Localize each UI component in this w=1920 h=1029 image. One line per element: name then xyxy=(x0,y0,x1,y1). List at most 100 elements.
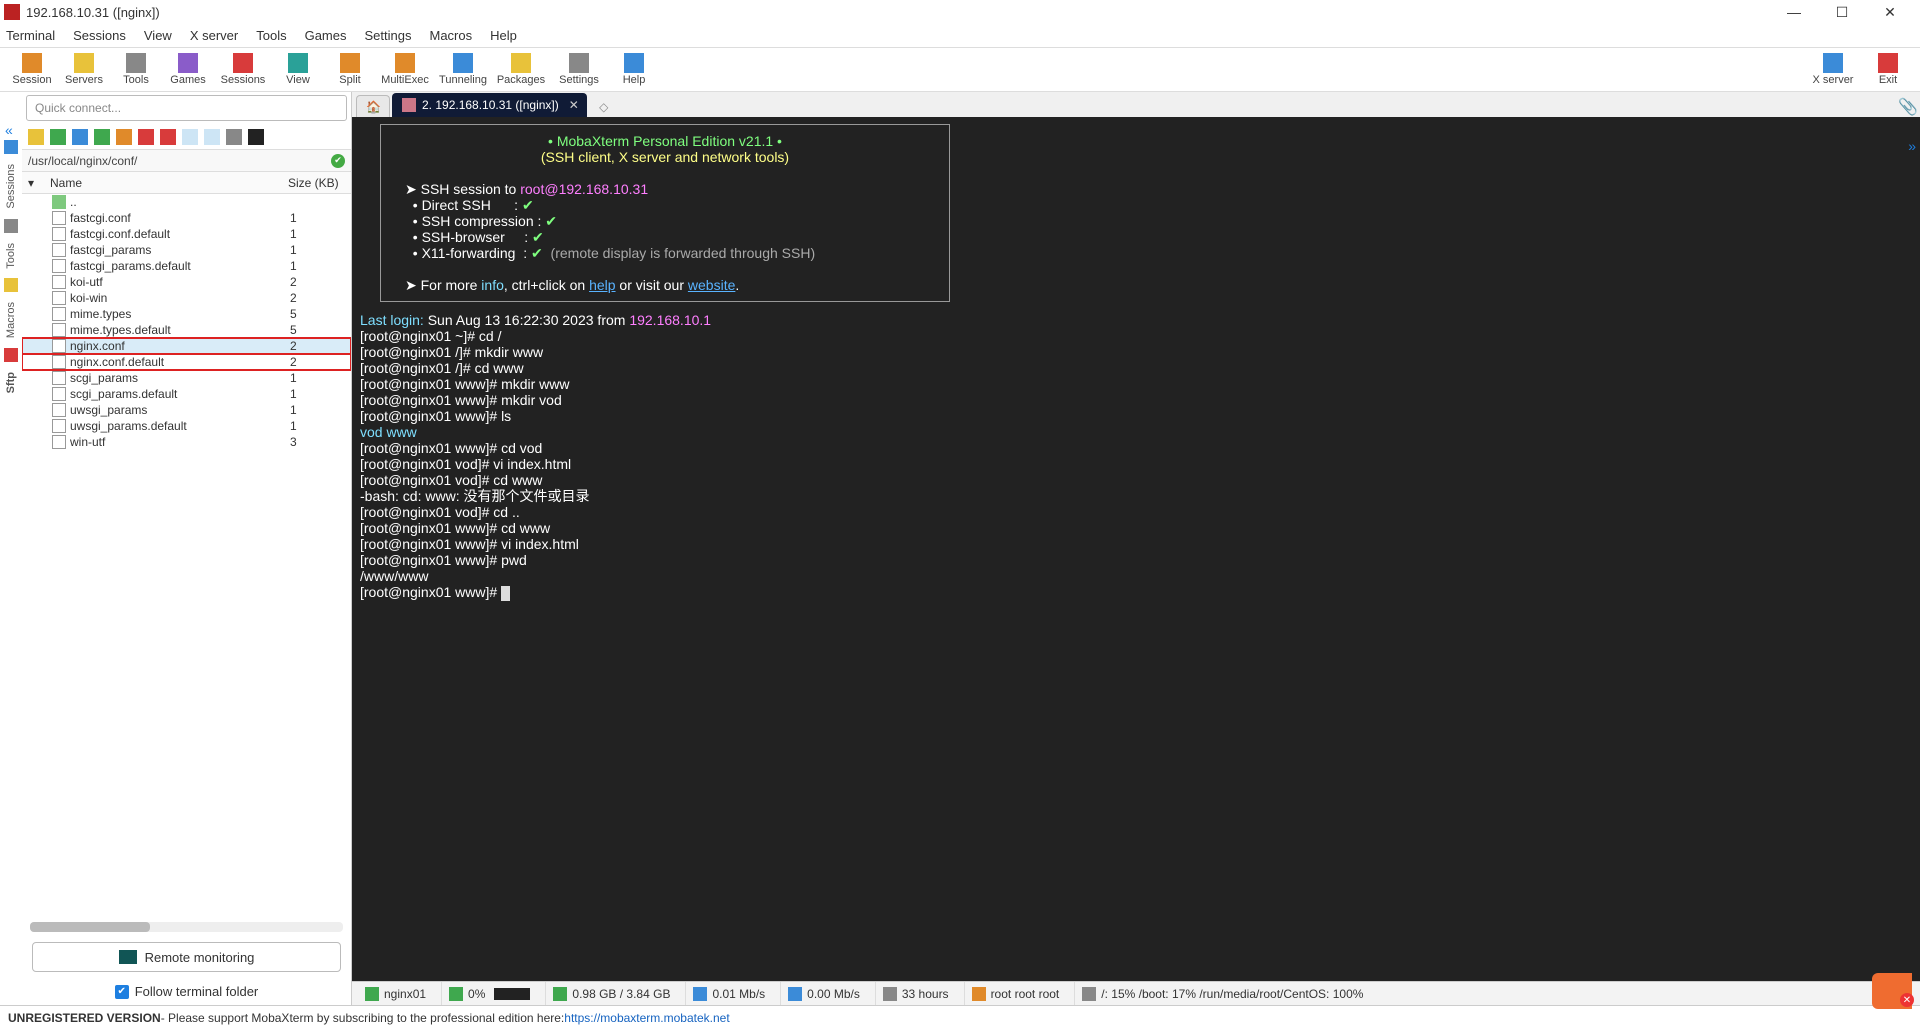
registration-link[interactable]: https://mobaxterm.mobatek.net xyxy=(564,1011,729,1025)
terminal[interactable]: • MobaXterm Personal Edition v21.1 • (SS… xyxy=(352,118,1920,981)
sftp-path-bar[interactable]: /usr/local/nginx/conf/ ✔ xyxy=(22,150,351,172)
file-row[interactable]: koi-utf2 xyxy=(22,274,351,290)
col-size[interactable]: Size (KB) xyxy=(280,176,351,190)
delete-icon[interactable] xyxy=(160,129,176,145)
remote-monitoring-button[interactable]: Remote monitoring xyxy=(32,942,341,972)
file-row[interactable]: scgi_params.default1 xyxy=(22,386,351,402)
menu-games[interactable]: Games xyxy=(305,28,347,43)
menu-view[interactable]: View xyxy=(144,28,172,43)
file-icon xyxy=(52,307,66,321)
file-row[interactable]: win-utf3 xyxy=(22,434,351,450)
tab-close-icon[interactable]: ✕ xyxy=(569,98,579,112)
file-row[interactable]: fastcgi.conf.default1 xyxy=(22,226,351,242)
tool-packages[interactable]: Packages xyxy=(492,53,550,86)
menu-tools[interactable]: Tools xyxy=(256,28,286,43)
col-name[interactable]: Name xyxy=(40,176,280,190)
file-row[interactable]: .. xyxy=(22,194,351,210)
tools-icon[interactable] xyxy=(4,219,18,233)
help-link[interactable]: help xyxy=(589,277,615,293)
paperclip-icon[interactable]: 📎 xyxy=(1898,97,1914,113)
toggle-a-icon[interactable] xyxy=(182,129,198,145)
menu-x-server[interactable]: X server xyxy=(190,28,238,43)
chevron-right-icon[interactable]: » xyxy=(1908,138,1916,154)
file-row[interactable]: nginx.conf2 xyxy=(22,338,351,354)
tool-tunneling[interactable]: Tunneling xyxy=(434,53,492,86)
file-row[interactable]: fastcgi_params1 xyxy=(22,242,351,258)
download-speed-icon xyxy=(788,987,802,1001)
ssh-prefix: ➤ SSH session to xyxy=(405,181,520,197)
file-row[interactable]: fastcgi_params.default1 xyxy=(22,258,351,274)
website-link[interactable]: website xyxy=(688,277,735,293)
toggle-b-icon[interactable] xyxy=(204,129,220,145)
split-icon xyxy=(340,53,360,73)
follow-checkbox[interactable]: ✔ xyxy=(115,985,129,999)
sidetab-tools[interactable]: Tools xyxy=(5,239,17,273)
file-row[interactable]: nginx.conf.default2 xyxy=(22,354,351,370)
menu-settings[interactable]: Settings xyxy=(365,28,412,43)
menu-sessions[interactable]: Sessions xyxy=(73,28,126,43)
sidetab-sftp[interactable]: Sftp xyxy=(5,368,17,397)
menu-help[interactable]: Help xyxy=(490,28,517,43)
tool-servers[interactable]: Servers xyxy=(58,53,110,86)
sidetab-sessions[interactable]: Sessions xyxy=(5,160,17,213)
file-row[interactable]: koi-win2 xyxy=(22,290,351,306)
add-tab-button[interactable]: ◇ xyxy=(589,97,619,117)
tool-tools[interactable]: Tools xyxy=(110,53,162,86)
file-row[interactable]: scgi_params1 xyxy=(22,370,351,386)
sessions-icon[interactable] xyxy=(4,140,18,154)
folder-up-icon xyxy=(52,195,66,209)
file-icon xyxy=(52,435,66,449)
sftp-icon[interactable] xyxy=(4,348,18,362)
terminal-line: [root@nginx01 www]# mkdir www xyxy=(360,376,1912,392)
chevron-left-icon[interactable]: « xyxy=(5,122,17,134)
folder-icon[interactable] xyxy=(28,129,44,145)
file-icon xyxy=(52,275,66,289)
maximize-button[interactable]: ☐ xyxy=(1822,1,1862,23)
tool-multiexec[interactable]: MultiExec xyxy=(376,53,434,86)
file-row[interactable]: mime.types5 xyxy=(22,306,351,322)
multiexec-icon xyxy=(395,53,415,73)
terminal-tab[interactable]: 2. 192.168.10.31 ([nginx]) ✕ xyxy=(392,93,587,117)
tool-exit[interactable]: Exit xyxy=(1862,53,1914,86)
file-row[interactable]: mime.types.default5 xyxy=(22,322,351,338)
user-icon xyxy=(972,987,986,1001)
terminal-banner: • MobaXterm Personal Edition v21.1 • (SS… xyxy=(380,124,950,302)
follow-terminal-row[interactable]: ✔ Follow terminal folder xyxy=(22,978,351,1005)
newfolder-icon[interactable] xyxy=(116,129,132,145)
file-row[interactable]: fastcgi.conf1 xyxy=(22,210,351,226)
quick-connect-input[interactable]: Quick connect... xyxy=(26,95,347,121)
tool-help[interactable]: Help xyxy=(608,53,660,86)
minimize-button[interactable]: — xyxy=(1774,1,1814,23)
upload-icon[interactable] xyxy=(72,129,88,145)
ram-icon xyxy=(553,987,567,1001)
refresh-icon[interactable] xyxy=(94,129,110,145)
session-icon xyxy=(22,53,42,73)
file-list[interactable]: ..fastcgi.conf1fastcgi.conf.default1fast… xyxy=(22,194,351,918)
close-button[interactable]: ✕ xyxy=(1870,1,1910,23)
h-scrollbar[interactable] xyxy=(30,922,343,932)
tool-sessions[interactable]: Sessions xyxy=(214,53,272,86)
terminal-icon[interactable] xyxy=(248,129,264,145)
tool-x-server[interactable]: X server xyxy=(1804,53,1862,86)
macros-icon[interactable] xyxy=(4,278,18,292)
tool-session[interactable]: Session xyxy=(6,53,58,86)
tool-games[interactable]: Games xyxy=(162,53,214,86)
menu-macros[interactable]: Macros xyxy=(429,28,472,43)
cancel-icon[interactable] xyxy=(138,129,154,145)
download-icon[interactable] xyxy=(50,129,66,145)
pen-icon[interactable] xyxy=(226,129,242,145)
tool-settings[interactable]: Settings xyxy=(550,53,608,86)
remote-monitoring-label: Remote monitoring xyxy=(145,950,255,965)
terminal-line: [root@nginx01 vod]# cd www xyxy=(360,472,1912,488)
file-row[interactable]: uwsgi_params.default1 xyxy=(22,418,351,434)
sb-host: nginx01 xyxy=(358,982,433,1005)
tool-view[interactable]: View xyxy=(272,53,324,86)
tool-split[interactable]: Split xyxy=(324,53,376,86)
file-row[interactable]: uwsgi_params1 xyxy=(22,402,351,418)
titlebar: 192.168.10.31 ([nginx]) — ☐ ✕ xyxy=(0,0,1920,24)
notification-badge[interactable]: ✕ xyxy=(1900,993,1914,1007)
terminal-line: [root@nginx01 ~]# cd / xyxy=(360,328,1912,344)
sidetab-macros[interactable]: Macros xyxy=(5,298,17,342)
home-tab[interactable]: 🏠 xyxy=(356,95,390,117)
menu-terminal[interactable]: Terminal xyxy=(6,28,55,43)
